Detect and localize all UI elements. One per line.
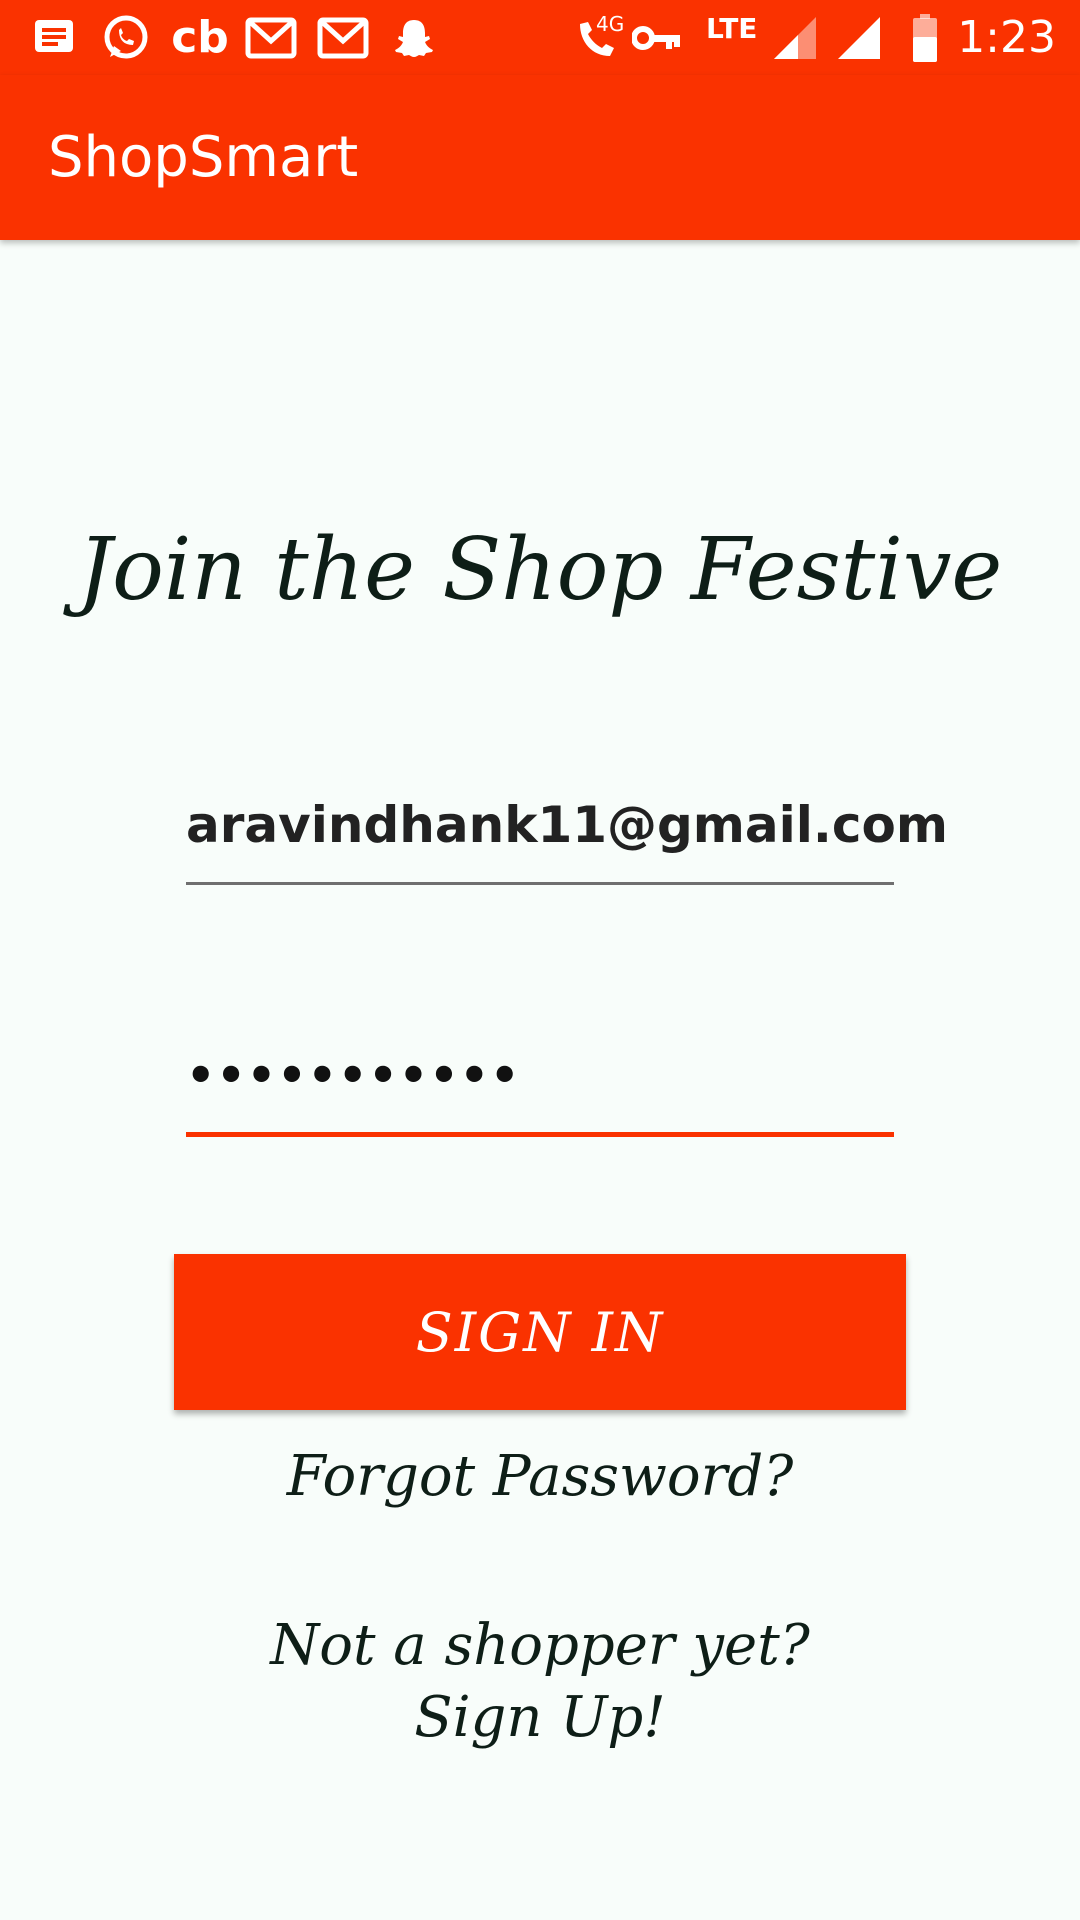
login-screen: Join the Shop Festive aravindhank11@gmai… [0, 240, 1080, 1920]
app-bar: ShopSmart [0, 75, 1080, 240]
call-network-label: 4G [596, 12, 625, 36]
signal-icon [772, 10, 818, 65]
sign-up-link[interactable]: Not a shopper yet? Sign Up! [240, 1610, 840, 1754]
forgot-password-link[interactable]: Forgot Password? [0, 1444, 1080, 1509]
email-value: aravindhank11@gmail.com [186, 796, 949, 854]
sign-in-button[interactable]: SIGN IN [174, 1254, 906, 1410]
status-bar: cb 4G LTE 1:23 [0, 0, 1080, 75]
battery-icon [908, 10, 942, 65]
lte-label: LTE [706, 12, 758, 45]
whatsapp-icon [100, 10, 152, 65]
headline: Join the Shop Festive [77, 520, 1003, 620]
gmail-icon [316, 10, 370, 65]
app-title: ShopSmart [48, 125, 359, 190]
signal-icon [836, 10, 882, 65]
password-field[interactable]: ••••••••••• [186, 1032, 894, 1137]
snapchat-icon [390, 10, 438, 65]
message-icon [32, 10, 76, 65]
gmail-icon [244, 10, 298, 65]
vpn-key-icon [632, 10, 682, 65]
clock: 1:23 [957, 12, 1056, 63]
sign-in-label: SIGN IN [415, 1300, 665, 1364]
cb-icon: cb [171, 12, 229, 63]
email-field[interactable]: aravindhank11@gmail.com [186, 786, 948, 885]
password-value: ••••••••••• [186, 1048, 521, 1102]
